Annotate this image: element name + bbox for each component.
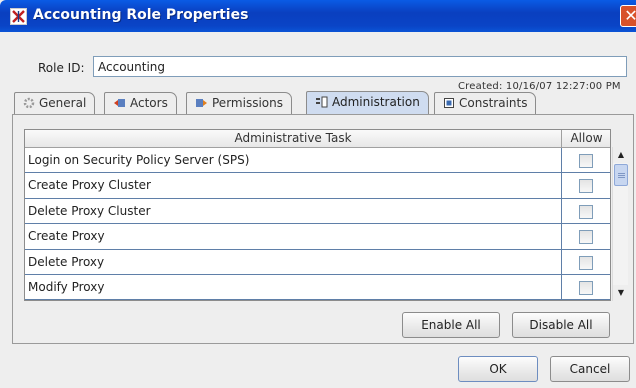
tab-general[interactable]: General: [14, 92, 96, 114]
app-icon: [10, 8, 27, 25]
grip-line: [618, 177, 625, 178]
allow-cell: [562, 275, 610, 299]
permissions-icon: [195, 97, 208, 112]
allow-checkbox[interactable]: [579, 179, 593, 194]
enable-all-button[interactable]: Enable All: [402, 312, 500, 338]
allow-checkbox[interactable]: [579, 154, 593, 168]
scroll-up-arrow-icon[interactable]: ▲: [613, 147, 629, 163]
scroll-down-arrow-icon[interactable]: ▼: [613, 285, 629, 301]
tab-permissions-label: Permissions: [212, 96, 283, 110]
allow-checkbox[interactable]: [579, 230, 593, 245]
allow-checkbox[interactable]: [579, 255, 593, 270]
column-header-allow[interactable]: Allow: [562, 130, 610, 148]
allow-cell: [562, 199, 610, 223]
administration-icon: [315, 96, 328, 111]
table-body: Login on Security Policy Server (SPS) Cr…: [25, 148, 610, 300]
tab-permissions[interactable]: Permissions: [186, 92, 292, 114]
allow-cell: [562, 148, 610, 172]
table-row[interactable]: Delete Proxy Cluster: [25, 198, 610, 225]
task-cell: Login on Security Policy Server (SPS): [25, 148, 562, 173]
tab-administration-label: Administration: [332, 95, 420, 109]
ok-button[interactable]: OK: [458, 356, 538, 382]
admin-task-table: Administrative Task Allow Login on Secur…: [24, 129, 611, 301]
dialog-window: Accounting Role Properties ✕ Role ID: Cr…: [0, 0, 636, 388]
scrollbar-thumb[interactable]: [614, 164, 628, 186]
table-row[interactable]: Login on Security Policy Server (SPS): [25, 148, 610, 174]
table-scrollbar[interactable]: ▲ ▼: [612, 147, 629, 301]
task-cell: Delete Proxy: [25, 249, 562, 274]
tab-constraints[interactable]: Constraints: [434, 92, 537, 114]
task-cell: Create Proxy Cluster: [25, 173, 562, 198]
tab-administration[interactable]: Administration: [306, 91, 429, 115]
table-row[interactable]: Create Proxy Cluster: [25, 173, 610, 199]
table-header: Administrative Task Allow: [25, 130, 610, 148]
tab-general-label: General: [39, 96, 87, 110]
constraints-icon: [443, 97, 455, 112]
table-row[interactable]: Delete Proxy: [25, 249, 610, 275]
allow-cell: [562, 224, 610, 248]
allow-checkbox[interactable]: [579, 204, 593, 219]
grip-line: [618, 173, 625, 174]
cancel-button[interactable]: Cancel: [550, 356, 630, 382]
tab-constraints-label: Constraints: [459, 96, 528, 110]
task-cell: Create Proxy: [25, 224, 562, 249]
close-button[interactable]: ✕: [620, 5, 636, 27]
task-cell: Modify Proxy: [25, 274, 562, 300]
task-cell: Delete Proxy Cluster: [25, 198, 562, 224]
table-row[interactable]: Modify Proxy: [25, 274, 610, 300]
allow-cell: [562, 250, 610, 274]
table-row[interactable]: Create Proxy: [25, 224, 610, 250]
column-header-task[interactable]: Administrative Task: [25, 130, 562, 148]
allow-checkbox[interactable]: [579, 280, 593, 295]
role-id-label: Role ID:: [38, 61, 85, 75]
disable-all-button[interactable]: Disable All: [512, 312, 610, 338]
grip-line: [618, 175, 625, 176]
tab-actors-label: Actors: [130, 96, 168, 110]
tab-actors[interactable]: Actors: [104, 92, 177, 114]
title-bar[interactable]: Accounting Role Properties ✕: [0, 0, 636, 32]
window-title: Accounting Role Properties: [33, 7, 249, 23]
allow-cell: [562, 173, 610, 197]
actors-icon: [113, 97, 126, 112]
general-icon: [23, 97, 35, 112]
role-id-field[interactable]: [93, 56, 627, 77]
created-timestamp: Created: 10/16/07 12:27:00 PM: [458, 81, 621, 92]
